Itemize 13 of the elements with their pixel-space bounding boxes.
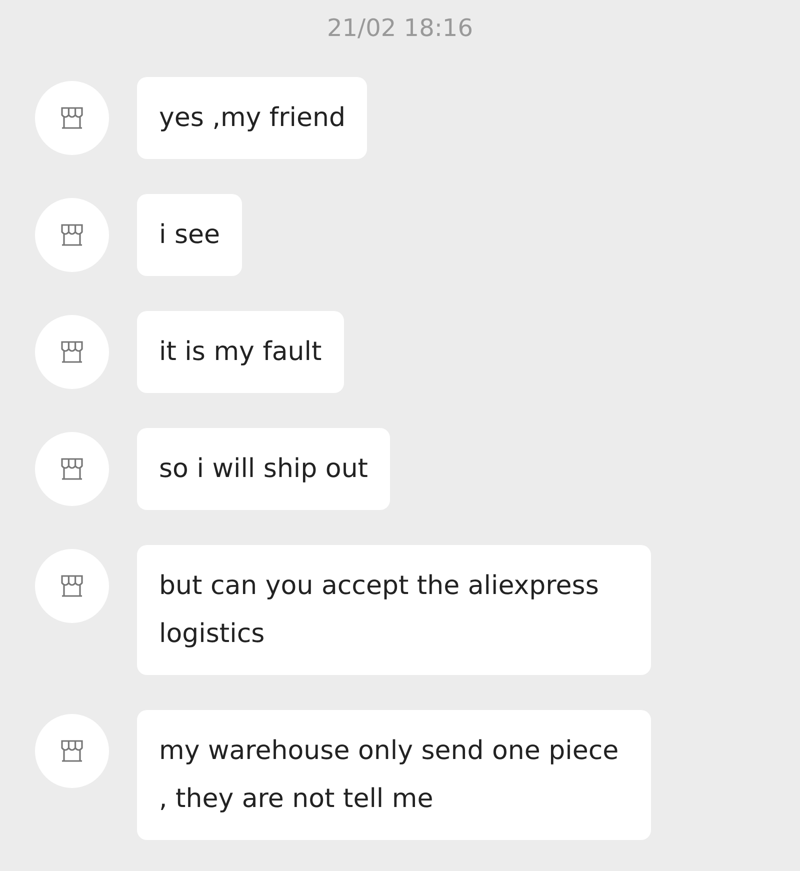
- message-bubble: so i will ship out: [137, 428, 390, 510]
- store-icon: [58, 737, 86, 765]
- store-icon: [58, 572, 86, 600]
- message-bubble: i see: [137, 194, 242, 276]
- message-timestamp: 21/02 18:16: [327, 13, 473, 44]
- message-bubble: yes ,my friend: [137, 77, 368, 159]
- store-icon: [58, 338, 86, 366]
- store-icon: [58, 104, 86, 132]
- message-bubble: but can you accept the aliexpress logistics: [137, 545, 651, 675]
- message-bubble: it is my fault: [137, 311, 344, 393]
- store-icon: [58, 221, 86, 249]
- message-bubble: my warehouse only send one piece , they are not tell me: [137, 710, 651, 840]
- store-icon: [58, 455, 86, 483]
